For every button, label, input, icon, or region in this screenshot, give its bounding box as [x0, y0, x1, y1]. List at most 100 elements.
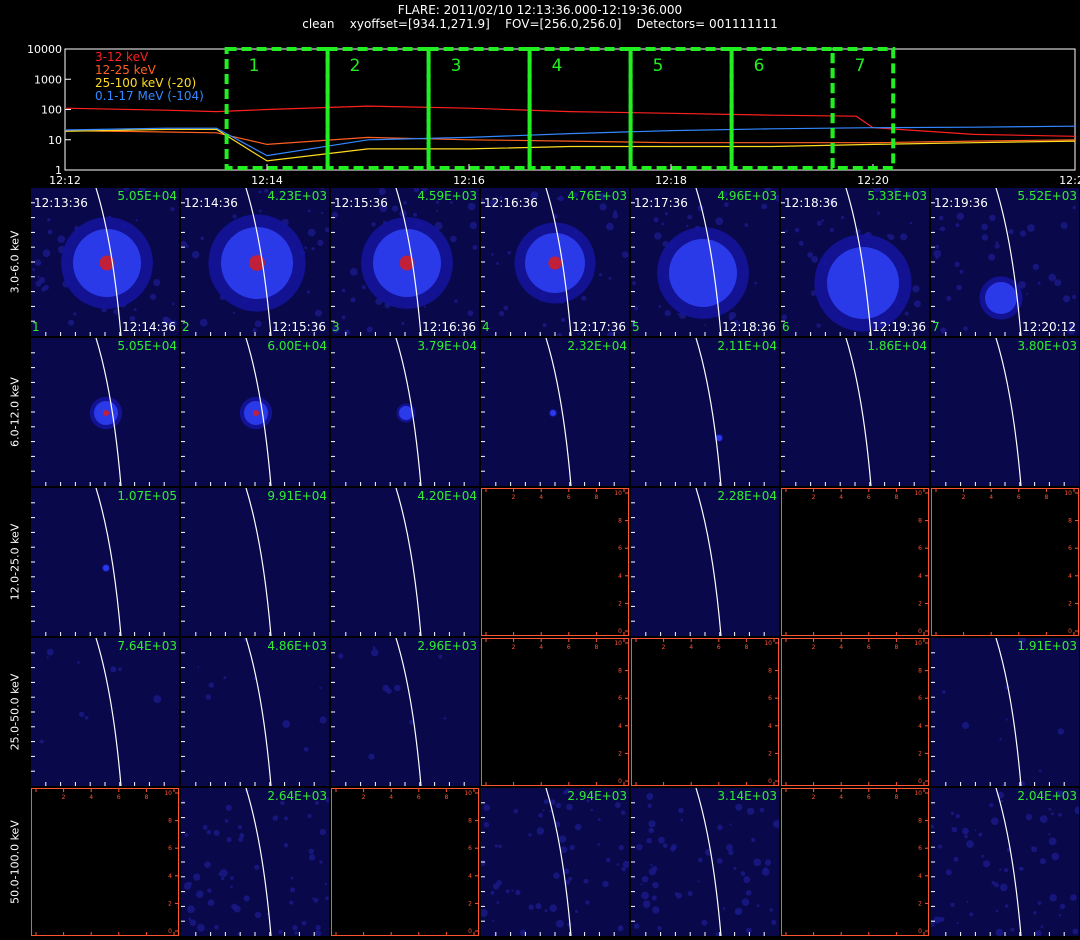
tick-label: 4: [539, 494, 543, 501]
noise-speckle: [1059, 903, 1066, 910]
noise-speckle: [307, 290, 311, 294]
noise-speckle: [946, 295, 952, 301]
panel-canvas: [631, 338, 779, 486]
noise-speckle: [225, 804, 232, 811]
panel-canvas: [331, 338, 479, 486]
noise-speckle: [608, 276, 612, 280]
interval-label: 6: [754, 56, 765, 76]
noise-speckle: [307, 813, 312, 819]
tick-label: 2: [812, 644, 816, 651]
tick-label: 6: [717, 644, 721, 651]
noise-speckle: [641, 875, 649, 883]
panel-canvas: [181, 488, 329, 636]
noise-speckle: [912, 285, 920, 293]
noise-speckle: [233, 905, 241, 913]
noise-speckle: [454, 299, 458, 303]
noise-speckle: [636, 843, 643, 851]
noise-speckle: [324, 882, 327, 886]
tick-label: 10: [914, 490, 922, 497]
noise-speckle: [938, 215, 944, 221]
tick-label: 4: [539, 644, 543, 651]
noise-speckle: [597, 818, 601, 821]
noise-speckle: [254, 320, 262, 328]
noise-speckle: [294, 931, 299, 935]
tick-label: 2: [812, 794, 816, 801]
noise-speckle: [290, 876, 294, 880]
noise-speckle: [196, 923, 205, 932]
noise-speckle: [956, 922, 959, 925]
noise-speckle: [503, 305, 509, 311]
panel-canvas: [31, 338, 179, 486]
noise-speckle: [733, 866, 737, 871]
tick-label: 4: [89, 794, 93, 801]
legend-entry: 25-100 keV (-20): [95, 76, 196, 90]
image-panel: 2.96E+03: [331, 638, 479, 786]
tick-label: 8: [918, 818, 922, 825]
image-panel: 2.32E+04: [481, 338, 629, 486]
panel-canvas: [631, 788, 779, 936]
noise-speckle: [876, 211, 880, 215]
tick-label: 8: [594, 644, 598, 651]
tick-label: 10: [914, 790, 922, 797]
noise-speckle: [606, 222, 614, 231]
noise-speckle: [308, 848, 314, 854]
tick-label: 2: [918, 750, 922, 757]
noise-speckle: [498, 844, 502, 849]
source-blob: [103, 565, 109, 571]
noise-speckle: [40, 739, 44, 744]
noise-speckle: [272, 815, 279, 821]
noise-speckle: [715, 217, 724, 226]
empty-image-panel: 0 2 2 4 4 6 6 8 8 10: [481, 488, 629, 636]
panel-interval-index: 6: [782, 320, 790, 334]
panel-canvas: [331, 638, 479, 786]
noise-speckle: [954, 261, 960, 267]
tick-label: 6: [567, 644, 571, 651]
panel-canvas: [781, 338, 929, 486]
tick-label: 4: [618, 573, 622, 580]
noise-speckle: [206, 829, 212, 835]
panel-canvas: [181, 188, 329, 336]
noise-speckle: [207, 899, 215, 907]
noise-speckle: [913, 300, 921, 308]
noise-speckle: [47, 229, 53, 235]
noise-speckle: [394, 684, 401, 692]
noise-speckle: [401, 321, 405, 326]
image-panel: 4.20E+04: [331, 488, 479, 636]
noise-speckle: [759, 807, 765, 813]
panel-start-time: 12:16:36: [484, 196, 538, 210]
image-panel: 3.80E+03: [931, 338, 1079, 486]
tick-label: 0: [918, 628, 922, 635]
noise-speckle: [189, 919, 197, 926]
noise-speckle: [969, 912, 974, 917]
noise-speckle: [662, 843, 668, 849]
noise-speckle: [950, 811, 955, 816]
noise-speckle: [726, 844, 733, 851]
noise-speckle: [1020, 230, 1027, 237]
panel-max-value: 5.05E+04: [117, 189, 177, 203]
row-label-text: 25.0-50.0 keV: [8, 673, 22, 751]
noise-speckle: [42, 249, 51, 258]
noise-speckle: [507, 250, 512, 255]
noise-speckle: [133, 308, 137, 312]
image-panel: 9.91E+04: [181, 488, 329, 636]
noise-speckle: [686, 224, 689, 228]
noise-speckle: [741, 898, 750, 906]
noise-speckle: [542, 323, 547, 328]
tick-label: 6: [417, 794, 421, 801]
noise-speckle: [935, 244, 940, 249]
noise-speckle: [618, 844, 624, 851]
image-panel: 6.00E+04: [181, 338, 329, 486]
noise-speckle: [933, 916, 941, 924]
series-line: [64, 105, 1076, 137]
noise-speckle: [676, 892, 682, 899]
panel-canvas: [31, 188, 179, 336]
image-panel: 4.23E+03 12:14:36 12:15:36 2: [181, 188, 329, 336]
noise-speckle: [981, 854, 985, 858]
panel-max-value: 1.86E+04: [867, 339, 927, 353]
noise-speckle: [436, 209, 439, 212]
panel-background: [481, 788, 629, 936]
noise-speckle: [73, 312, 77, 316]
empty-image-panel: 0 2 2 4 4 6 6 8 8 10: [781, 638, 929, 786]
noise-speckle: [751, 837, 756, 842]
panel-canvas: [331, 188, 479, 336]
